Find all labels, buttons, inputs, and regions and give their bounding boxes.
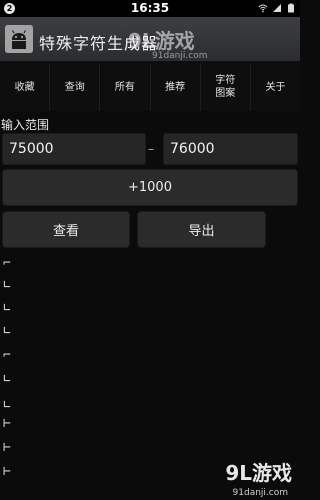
tab-recommended[interactable]: 推荐 <box>151 63 201 111</box>
list-item[interactable]: ⌐ <box>0 252 300 276</box>
character-list[interactable]: ⌐ ∟ ∟ ∟ ⌐ ∟ ∟ ⊢ ⊢ ⊢ <box>0 252 300 500</box>
status-bar: 2 16:35 <box>0 0 300 17</box>
app-title: 特殊字符生成器 <box>39 34 159 53</box>
range-start-input[interactable] <box>2 133 146 165</box>
tab-favorites[interactable]: 收藏 <box>0 63 51 111</box>
list-item[interactable]: ∟ <box>0 320 300 344</box>
tab-about[interactable]: 关于 <box>251 63 300 111</box>
list-item[interactable]: ∟ <box>0 297 300 321</box>
range-separator: – <box>148 142 154 156</box>
tab-all[interactable]: 所有 <box>100 63 151 111</box>
tab-bar: 收藏 查询 所有 推荐 字符 图案 关于 <box>0 63 300 111</box>
app-icon <box>5 25 33 53</box>
view-button[interactable]: 查看 <box>2 211 130 248</box>
watermark-url: 91danji.com <box>152 51 208 61</box>
tab-char-patterns[interactable]: 字符 图案 <box>201 63 251 111</box>
android-icon <box>5 25 33 53</box>
list-item[interactable]: ⊢ <box>0 460 300 484</box>
wifi-icon <box>258 4 268 13</box>
tab-search[interactable]: 查询 <box>50 63 101 111</box>
range-end-input[interactable] <box>163 133 298 165</box>
add-1000-button[interactable]: +1000 <box>2 169 298 206</box>
list-item[interactable]: ⊢ <box>0 436 300 460</box>
signal-icon <box>273 4 281 12</box>
status-time: 16:35 <box>130 1 170 15</box>
range-label: 输入范围 <box>1 118 50 132</box>
export-button[interactable]: 导出 <box>137 211 266 248</box>
list-item[interactable]: ∟ <box>0 368 300 392</box>
list-item[interactable]: ⊢ <box>0 412 300 436</box>
list-item[interactable]: ⌐ <box>0 344 300 368</box>
status-icons <box>258 3 296 13</box>
app-bar: 特殊字符生成器 9L游戏 91danji.com <box>0 17 300 62</box>
battery-icon <box>288 3 294 13</box>
list-item[interactable]: ∟ <box>0 274 300 298</box>
